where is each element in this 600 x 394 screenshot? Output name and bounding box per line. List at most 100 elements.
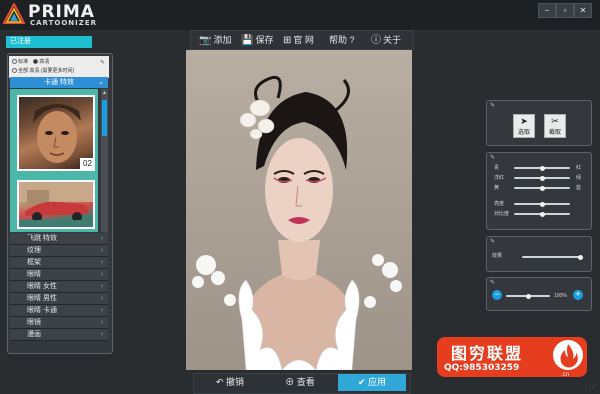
select-tool-button[interactable]: ➤ 选取 bbox=[513, 114, 535, 138]
effect-thumbnail-03[interactable] bbox=[17, 180, 95, 229]
menu-label: 框架 bbox=[27, 259, 41, 266]
select-tool-label: 选取 bbox=[517, 130, 530, 136]
brightness-slider[interactable] bbox=[514, 201, 570, 207]
effect-knob[interactable] bbox=[577, 254, 583, 260]
save-icon: 💾 bbox=[241, 35, 254, 46]
menu-item-eyes[interactable]: 眼睛 › bbox=[10, 269, 108, 281]
chevron-right-icon: › bbox=[100, 319, 103, 326]
quality-standard-label: 标准 bbox=[18, 59, 29, 65]
registered-tab[interactable]: 已注册 bbox=[6, 36, 92, 48]
zoom-knob[interactable] bbox=[525, 293, 531, 299]
cyan-red-knob[interactable] bbox=[539, 165, 545, 171]
menu-label: 眼睛 卡通 bbox=[27, 307, 57, 314]
menu-item-eyes-female[interactable]: 眼睛 女性 › bbox=[10, 281, 108, 293]
chevron-right-icon: › bbox=[100, 295, 103, 302]
about-button[interactable]: ⓘ 关于 bbox=[371, 31, 401, 49]
magenta-green-slider[interactable] bbox=[514, 175, 570, 181]
green-label: 绿 bbox=[576, 175, 582, 181]
effect-slider[interactable] bbox=[522, 254, 583, 260]
magenta-green-knob[interactable] bbox=[539, 175, 545, 181]
contrast-slider[interactable] bbox=[514, 211, 570, 217]
cyan-red-slider[interactable] bbox=[514, 165, 570, 171]
radio-hd[interactable] bbox=[33, 59, 39, 65]
selection-tools-panel bbox=[486, 100, 592, 146]
apply-label: 应用 bbox=[368, 377, 387, 387]
thumbnail-number: 02 bbox=[80, 158, 95, 170]
pin-icon[interactable]: ✎ bbox=[100, 59, 105, 66]
menu-item-glasses[interactable]: 眼镜 › bbox=[10, 317, 108, 329]
apply-button[interactable]: ✔ 应用 bbox=[338, 374, 406, 391]
zoom-slider[interactable] bbox=[506, 293, 550, 299]
pin-icon[interactable]: ✎ bbox=[490, 102, 495, 109]
menu-item-texture[interactable]: 纹理 › bbox=[10, 245, 108, 257]
website-label: 官 网 bbox=[293, 35, 314, 45]
chevron-right-icon: › bbox=[100, 259, 103, 266]
undo-icon: ↶ bbox=[215, 377, 224, 387]
magnifier-icon: ⊕ bbox=[285, 377, 295, 387]
chevron-right-icon: › bbox=[100, 235, 103, 242]
cyan-label: 青 bbox=[494, 165, 500, 171]
radio-full-hd[interactable] bbox=[12, 68, 17, 74]
menu-label: 漫画 bbox=[27, 331, 41, 338]
add-button[interactable]: 📷 添加 bbox=[199, 31, 231, 49]
save-label: 保存 bbox=[255, 35, 274, 45]
chevron-right-icon: › bbox=[100, 331, 103, 338]
menu-label: 飞跳 特效 bbox=[27, 235, 57, 242]
yellow-blue-knob[interactable] bbox=[539, 185, 545, 191]
brightness-label: 亮度 bbox=[494, 201, 505, 207]
zoom-in-icon[interactable]: + bbox=[573, 290, 583, 300]
yellow-blue-slider[interactable] bbox=[514, 185, 570, 191]
camera-icon: 📷 bbox=[199, 35, 212, 46]
prima-logo-icon bbox=[3, 3, 25, 24]
crop-icon: ✂ bbox=[551, 116, 559, 126]
menu-label: 眼镜 bbox=[27, 319, 41, 326]
cartoonized-photo[interactable] bbox=[186, 50, 412, 370]
watermark-qq: QQ:985303259 bbox=[444, 363, 520, 373]
menu-item-eyes-cartoon[interactable]: 眼睛 卡通 › bbox=[10, 305, 108, 317]
contrast-knob[interactable] bbox=[539, 211, 545, 217]
quality-full-hd-label: 全部 高清 (需要更多时间) bbox=[18, 68, 75, 74]
effect-category-dropdown[interactable]: 卡通 特效 ⌄ bbox=[10, 77, 108, 88]
car-thumbnail-image bbox=[19, 182, 93, 227]
brightness-knob[interactable] bbox=[539, 201, 545, 207]
resize-grip-icon[interactable]: ⋰ bbox=[589, 384, 596, 392]
pin-icon[interactable]: ✎ bbox=[490, 238, 495, 245]
quality-full-hd-option[interactable]: 全部 高清 (需要更多时间) bbox=[12, 67, 74, 74]
help-label: 帮助 bbox=[329, 35, 348, 45]
chevron-right-icon: › bbox=[100, 247, 103, 254]
view-button[interactable]: ⊕ 查看 bbox=[266, 374, 334, 391]
menu-label: 眼睛 bbox=[27, 271, 41, 278]
pin-icon[interactable]: ✎ bbox=[490, 154, 495, 161]
menu-item-eyes-male[interactable]: 眼睛 男性 › bbox=[10, 293, 108, 305]
menu-item-flying-effect[interactable]: 飞跳 特效 › bbox=[10, 233, 108, 245]
maximize-button[interactable]: ▫ bbox=[556, 3, 574, 18]
scrollbar-thumb[interactable] bbox=[102, 100, 107, 136]
help-button[interactable]: 帮助 ? bbox=[329, 31, 355, 49]
quality-options: 标准 高清 全部 高清 (需要更多时间) bbox=[9, 56, 109, 78]
menu-item-frame[interactable]: 框架 › bbox=[10, 257, 108, 269]
pin-icon[interactable]: ✎ bbox=[490, 279, 495, 286]
save-button[interactable]: 💾 保存 bbox=[241, 31, 273, 49]
chevron-down-icon: ⌄ bbox=[98, 79, 104, 86]
contrast-label: 对比度 bbox=[494, 211, 510, 217]
zoom-out-icon[interactable]: − bbox=[492, 290, 502, 300]
crop-tool-button[interactable]: ✂ 截取 bbox=[544, 114, 566, 138]
close-button[interactable]: ✕ bbox=[574, 3, 592, 18]
minimize-button[interactable]: − bbox=[538, 3, 556, 18]
quality-standard-option[interactable]: 标准 高清 bbox=[12, 58, 49, 65]
menu-item-comic[interactable]: 漫画 › bbox=[10, 329, 108, 341]
chevron-right-icon: › bbox=[100, 283, 103, 290]
view-label: 查看 bbox=[296, 377, 315, 387]
zoom-value: 100% bbox=[554, 293, 567, 299]
effect-category-label: 卡通 特效 bbox=[44, 79, 74, 86]
globe-icon: ⊞ bbox=[283, 35, 292, 46]
magenta-label: 洋红 bbox=[494, 175, 505, 181]
radio-standard[interactable] bbox=[12, 59, 17, 65]
crop-tool-label: 截取 bbox=[548, 130, 561, 136]
menu-label: 眼睛 女性 bbox=[27, 283, 57, 290]
menu-label: 眼睛 男性 bbox=[27, 295, 57, 302]
scroll-up-icon[interactable]: ▲ bbox=[102, 90, 107, 96]
website-button[interactable]: ⊞ 官 网 bbox=[283, 31, 314, 49]
logo-subtitle: CARTOONIZER bbox=[30, 19, 98, 27]
undo-button[interactable]: ↶ 撤销 bbox=[196, 374, 264, 391]
